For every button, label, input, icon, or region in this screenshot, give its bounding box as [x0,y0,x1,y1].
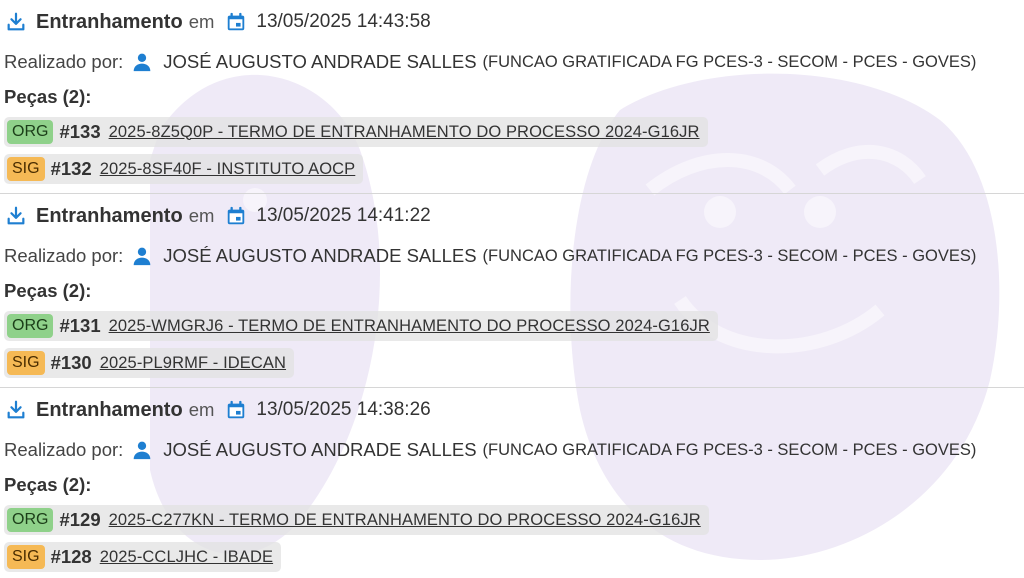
person-role: (FUNCAO GRATIFICADA FG PCES-3 - SECOM - … [482,246,977,265]
performed-by: Realizado por: JOSÉ AUGUSTO ANDRADE SALL… [4,51,976,73]
piece-link[interactable]: 2025-WMGRJ6 - TERMO DE ENTRANHAMENTO DO … [109,317,710,336]
em-label: em [188,205,215,226]
history-event: Entranhamento em 13/05/2025 14:41:22 Rea… [0,193,1024,387]
piece-link[interactable]: 2025-C277KN - TERMO DE ENTRANHAMENTO DO … [109,511,701,530]
org-badge: ORG [7,314,54,338]
user-icon [131,245,153,267]
sig-badge: SIG [7,351,45,375]
piece-link[interactable]: 2025-CCLJHC - IBADE [100,548,273,567]
piece-item: ORG #133 2025-8Z5Q0P - TERMO DE ENTRANHA… [4,117,708,147]
piece-number: #130 [50,352,92,373]
download-icon [4,204,28,228]
person-name: JOSÉ AUGUSTO ANDRADE SALLES [163,439,477,460]
piece-number: #131 [59,315,101,336]
performed-by-label: Realizado por: [4,51,124,72]
history-list: Entranhamento em 13/05/2025 14:43:58 Rea… [0,0,1024,578]
piece-item: SIG #128 2025-CCLJHC - IBADE [4,542,282,572]
calendar-icon [224,10,248,34]
piece-number: #133 [59,121,101,142]
download-icon [4,398,28,422]
event-action: Entranhamento [36,204,183,227]
piece-item: ORG #131 2025-WMGRJ6 - TERMO DE ENTRANHA… [4,311,718,341]
performed-by-label: Realizado por: [4,245,124,266]
event-action: Entranhamento [36,398,183,421]
person-role: (FUNCAO GRATIFICADA FG PCES-3 - SECOM - … [482,440,977,459]
pieces-heading: Peças (2): [4,474,92,495]
person-name: JOSÉ AUGUSTO ANDRADE SALLES [163,51,477,72]
pieces-heading: Peças (2): [4,280,92,301]
piece-link[interactable]: 2025-8SF40F - INSTITUTO AOCP [100,160,356,179]
org-badge: ORG [7,508,54,532]
piece-link[interactable]: 2025-PL9RMF - IDECAN [100,354,286,373]
person-role: (FUNCAO GRATIFICADA FG PCES-3 - SECOM - … [482,52,977,71]
event-header: Entranhamento em 13/05/2025 14:43:58 [4,10,431,34]
user-icon [131,439,153,461]
sig-badge: SIG [7,157,45,181]
sig-badge: SIG [7,545,45,569]
piece-number: #132 [50,158,92,179]
em-label: em [188,11,215,32]
calendar-icon [224,398,248,422]
calendar-icon [224,204,248,228]
performed-by-label: Realizado por: [4,439,124,460]
download-icon [4,10,28,34]
piece-item: SIG #130 2025-PL9RMF - IDECAN [4,348,295,378]
event-datetime: 13/05/2025 14:38:26 [256,399,431,420]
performed-by: Realizado por: JOSÉ AUGUSTO ANDRADE SALL… [4,245,976,267]
user-icon [131,51,153,73]
event-datetime: 13/05/2025 14:41:22 [256,205,431,226]
person-name: JOSÉ AUGUSTO ANDRADE SALLES [163,245,477,266]
piece-item: SIG #132 2025-8SF40F - INSTITUTO AOCP [4,154,364,184]
event-header: Entranhamento em 13/05/2025 14:41:22 [4,204,431,228]
piece-link[interactable]: 2025-8Z5Q0P - TERMO DE ENTRANHAMENTO DO … [109,123,700,142]
history-event: Entranhamento em 13/05/2025 14:38:26 Rea… [0,387,1024,578]
piece-number: #128 [50,546,92,567]
event-header: Entranhamento em 13/05/2025 14:38:26 [4,398,431,422]
performed-by: Realizado por: JOSÉ AUGUSTO ANDRADE SALL… [4,439,976,461]
pieces-heading: Peças (2): [4,86,92,107]
event-action: Entranhamento [36,10,183,33]
event-datetime: 13/05/2025 14:43:58 [256,11,431,32]
piece-number: #129 [59,509,101,530]
piece-item: ORG #129 2025-C277KN - TERMO DE ENTRANHA… [4,505,709,535]
org-badge: ORG [7,120,54,144]
history-event: Entranhamento em 13/05/2025 14:43:58 Rea… [0,0,1024,193]
em-label: em [188,399,215,420]
